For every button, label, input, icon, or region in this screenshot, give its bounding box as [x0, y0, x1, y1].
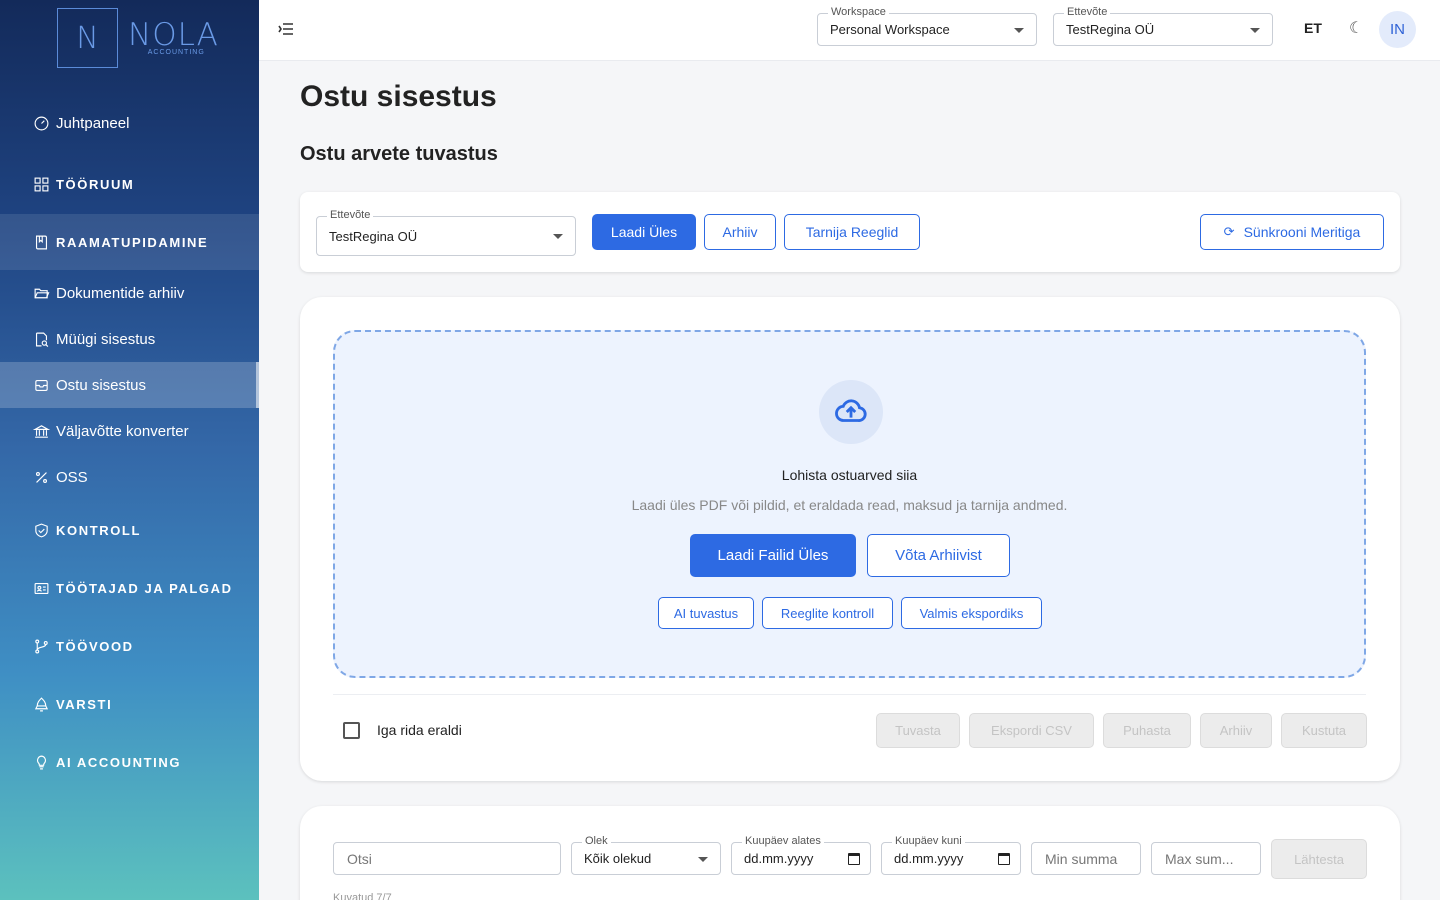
section-title: Ostu arvete tuvastus	[300, 143, 498, 165]
drop-zone-title: Lohista ostuarved siia	[781, 467, 918, 483]
logo-mark: N	[57, 8, 118, 68]
toolbar-card: Ettevõte TestRegina OÜ Laadi Üles Arhiiv…	[300, 192, 1400, 272]
calendar-icon[interactable]	[998, 853, 1010, 865]
drop-zone[interactable]: Lohista ostuarved siia Laadi üles PDF võ…	[333, 330, 1366, 678]
sidebar-item-raamatupidamine[interactable]: RAAMATUPIDAMINE	[0, 214, 259, 270]
results-count: Kuvatud 7/7	[333, 892, 392, 900]
chevron-down-icon	[1250, 28, 1260, 33]
sidebar-item-toovood[interactable]: TÖÖVOOD	[0, 622, 259, 670]
bank-icon	[33, 423, 50, 440]
logo-name: NOLA	[128, 17, 219, 53]
sidebar-item-valjavotte-konverter[interactable]: Väljavõtte konverter	[0, 408, 259, 454]
grid-icon	[33, 176, 50, 193]
avatar[interactable]: IN	[1379, 11, 1416, 48]
toolbar-company-select[interactable]: Ettevõte TestRegina OÜ	[316, 209, 576, 256]
sidebar-item-dokumentide-arhiiv[interactable]: Dokumentide arhiiv	[0, 270, 259, 316]
detect-button[interactable]: Tuvasta	[876, 713, 960, 748]
date-to-input[interactable]: Kuupäev kuni dd.mm.yyyy	[881, 835, 1021, 875]
lightbulb-icon	[33, 754, 50, 771]
calendar-icon[interactable]	[848, 853, 860, 865]
rules-check-chip[interactable]: Reeglite kontroll	[762, 597, 893, 629]
archive-action-button[interactable]: Arhiiv	[1200, 713, 1272, 748]
sidebar-item-ai-accounting[interactable]: AI ACCOUNTING	[0, 738, 259, 786]
search-document-icon	[33, 331, 50, 348]
git-branch-icon	[33, 638, 50, 655]
percent-icon	[33, 469, 50, 486]
ready-for-export-chip[interactable]: Valmis ekspordiks	[901, 597, 1042, 629]
bell-icon	[33, 696, 50, 713]
export-csv-button[interactable]: Ekspordi CSV	[969, 713, 1094, 748]
inbox-icon	[33, 377, 50, 394]
chevron-down-icon	[553, 234, 563, 239]
sidebar-item-oss[interactable]: OSS	[0, 454, 259, 500]
logo[interactable]: N NOLA ACCOUNTING	[57, 8, 219, 68]
folder-open-icon	[33, 285, 50, 302]
upload-files-button[interactable]: Laadi Failid Üles	[690, 534, 856, 577]
gauge-icon	[33, 115, 50, 132]
status-select[interactable]: Olek Kõik olekud	[571, 835, 721, 875]
chevron-down-icon	[698, 857, 708, 862]
archive-button[interactable]: Arhiiv	[704, 214, 776, 250]
cloud-upload-icon	[819, 380, 883, 444]
sidebar-item-tootajad-ja-palgad[interactable]: TÖÖTAJAD JA PALGAD	[0, 564, 259, 612]
sidebar-item-kontroll[interactable]: KONTROLL	[0, 506, 259, 554]
sidebar: N NOLA ACCOUNTING Juhtpaneel TÖÖRUUM RAA…	[0, 0, 259, 900]
drop-zone-subtitle: Laadi üles PDF või pildid, et eraldada r…	[631, 497, 1068, 513]
clear-button[interactable]: Puhasta	[1103, 713, 1191, 748]
workspace-select[interactable]: Workspace Personal Workspace	[817, 6, 1037, 46]
delete-button[interactable]: Kustuta	[1281, 713, 1367, 748]
book-icon	[33, 234, 50, 251]
ai-detection-chip[interactable]: AI tuvastus	[658, 597, 754, 629]
sidebar-item-muugi-sisestus[interactable]: Müügi sisestus	[0, 316, 259, 362]
divider	[333, 694, 1366, 695]
max-sum-input[interactable]: Max sum...	[1151, 842, 1261, 875]
company-select[interactable]: Ettevõte TestRegina OÜ	[1053, 6, 1273, 46]
date-from-input[interactable]: Kuupäev alates dd.mm.yyyy	[731, 835, 871, 875]
separate-rows-checkbox[interactable]	[343, 722, 360, 739]
upload-card: Lohista ostuarved siia Laadi üles PDF võ…	[300, 297, 1400, 781]
sidebar-item-ostu-sisestus[interactable]: Ostu sisestus	[0, 362, 259, 408]
filter-card: Otsi Olek Kõik olekud Kuupäev alates dd.…	[300, 806, 1400, 900]
moon-icon[interactable]: ☾	[1349, 18, 1363, 38]
id-card-icon	[33, 580, 50, 597]
reset-button[interactable]: Lähtesta	[1271, 839, 1367, 879]
refresh-icon: ⟳	[1223, 224, 1235, 239]
language-switcher[interactable]: ET	[1304, 20, 1322, 36]
search-input[interactable]: Otsi	[333, 842, 561, 875]
sidebar-item-varsti[interactable]: VARSTI	[0, 680, 259, 728]
take-from-archive-button[interactable]: Võta Arhiivist	[867, 534, 1010, 577]
supplier-rules-button[interactable]: Tarnija Reeglid	[784, 214, 920, 250]
menu-collapse-icon[interactable]	[278, 21, 296, 39]
chevron-down-icon	[1014, 28, 1024, 33]
min-sum-input[interactable]: Min summa	[1031, 842, 1141, 875]
page-title: Ostu sisestus	[300, 80, 497, 113]
sync-merit-button[interactable]: ⟳ Sünkrooni Meritiga	[1200, 214, 1384, 250]
separate-rows-label: Iga rida eraldi	[377, 722, 462, 738]
top-bar: Workspace Personal Workspace Ettevõte Te…	[259, 0, 1440, 61]
upload-button[interactable]: Laadi Üles	[592, 214, 696, 250]
sidebar-item-juhtpaneel[interactable]: Juhtpaneel	[0, 100, 259, 146]
shield-check-icon	[33, 522, 50, 539]
sidebar-item-tooruum[interactable]: TÖÖRUUM	[0, 160, 259, 208]
